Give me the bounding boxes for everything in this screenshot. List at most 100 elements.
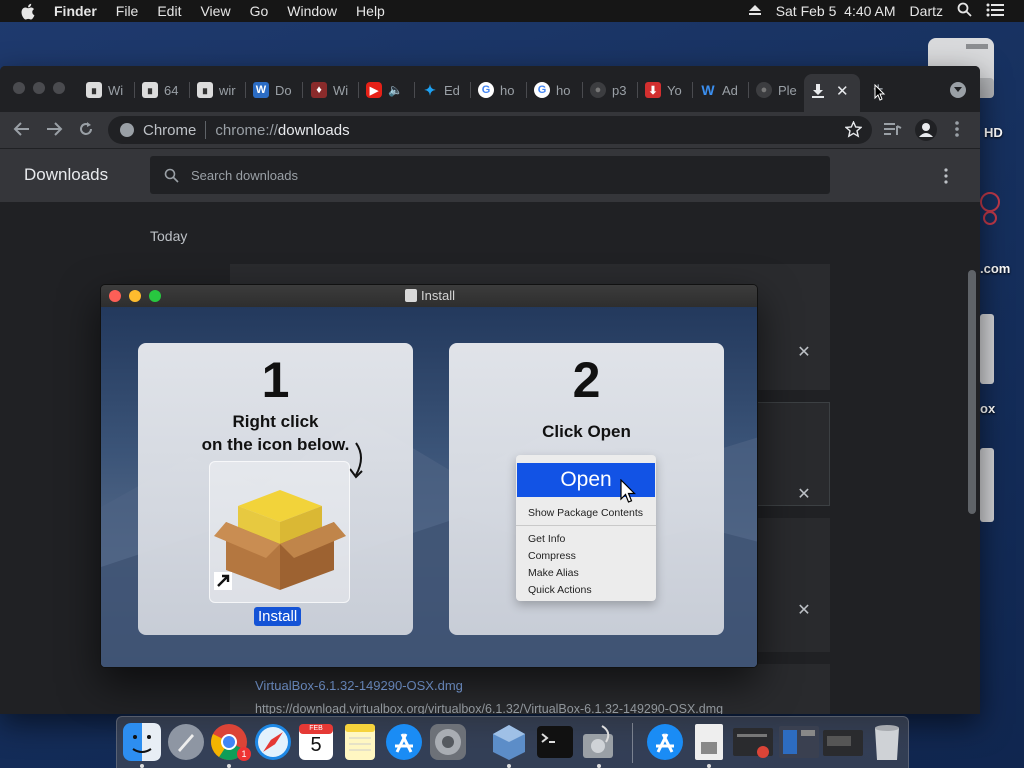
download-source-url[interactable]: https://download.virtualbox.org/virtualb… [255, 702, 775, 714]
tab-4[interactable]: W Do [253, 80, 297, 100]
scrollbar-thumb[interactable] [968, 270, 976, 514]
window-thumbnail-icon[interactable] [777, 722, 821, 762]
tab-title: ho [556, 82, 571, 98]
launchpad-icon[interactable] [166, 722, 206, 762]
tab-search-icon[interactable] [950, 82, 966, 98]
tab-divider [526, 82, 527, 98]
museum-icon: ∎ [142, 82, 158, 98]
bookmark-star-icon[interactable] [844, 120, 863, 143]
context-menu-make-alias[interactable]: Make Alias [528, 567, 579, 579]
disk-utility-icon[interactable] [578, 722, 618, 762]
mouse-pointer-icon [874, 83, 886, 107]
tab-6[interactable]: ▶ 🔈 [366, 80, 410, 100]
tab-10[interactable]: ● p3 [590, 80, 634, 100]
tab-divider [302, 82, 303, 98]
tab-13[interactable]: ● Ple [756, 80, 800, 100]
installer-document-icon[interactable] [689, 722, 729, 762]
apple-menu-icon[interactable] [20, 3, 38, 20]
menu-file[interactable]: File [116, 3, 139, 19]
address-bar[interactable]: Chrome chrome://downloads [108, 116, 872, 144]
notes-icon[interactable] [340, 722, 380, 762]
app-store-download-icon[interactable] [645, 722, 685, 762]
tab-divider [189, 82, 190, 98]
menu-bar: Finder File Edit View Go Window Help Sat… [0, 0, 1024, 22]
menu-finder[interactable]: Finder [54, 3, 97, 19]
tab-downloads-active[interactable]: ✕ [804, 74, 860, 112]
install-titlebar[interactable]: Install [101, 285, 757, 307]
menu-view[interactable]: View [200, 3, 230, 19]
finder-icon[interactable] [122, 722, 162, 762]
safari-icon[interactable] [253, 722, 293, 762]
context-menu-divider [516, 525, 656, 526]
menubar-user[interactable]: Dartz [910, 3, 943, 19]
terminal-icon[interactable] [535, 722, 575, 762]
search-box[interactable] [150, 156, 830, 194]
install-window-title: Install [101, 288, 757, 303]
menu-help[interactable]: Help [356, 3, 385, 19]
eject-icon[interactable] [748, 3, 762, 19]
close-window-button[interactable] [13, 82, 25, 94]
tab-7[interactable]: ✦ Ed [422, 80, 466, 100]
tab-1[interactable]: ∎ Wi [86, 80, 130, 100]
step-1-instruction-line-1: Right click [232, 412, 319, 431]
close-tab-icon[interactable]: ✕ [836, 82, 849, 100]
downloads-menu-icon[interactable] [944, 168, 948, 189]
tab-divider [358, 82, 359, 98]
search-input[interactable] [191, 167, 791, 183]
trash-icon[interactable] [867, 722, 907, 762]
tab-5[interactable]: ♦ Wi [311, 80, 355, 100]
speaker-icon[interactable]: 🔈 [388, 83, 403, 97]
menu-window[interactable]: Window [287, 3, 337, 19]
window-thumbnail-icon[interactable] [731, 722, 775, 762]
context-menu-show-package-contents[interactable]: Show Package Contents [528, 507, 643, 519]
tab-divider [134, 82, 135, 98]
step-1-panel: 1 Right click on the icon below. Install [138, 343, 413, 635]
context-menu-quick-actions[interactable]: Quick Actions [528, 584, 592, 596]
install-package-label[interactable]: Install [254, 607, 302, 626]
tab-9[interactable]: G ho [534, 80, 578, 100]
minimize-window-button[interactable] [33, 82, 45, 94]
disk-image-icon[interactable] [980, 312, 994, 386]
dock: 1 FEB 5 [116, 716, 909, 768]
install-package-icon[interactable] [209, 461, 350, 603]
media-queue-icon[interactable] [884, 122, 902, 141]
zoom-window-button[interactable] [53, 82, 65, 94]
tab-12[interactable]: W Ad [700, 80, 744, 100]
globe-icon: ● [590, 82, 606, 98]
system-preferences-icon[interactable] [428, 722, 468, 762]
menu-edit[interactable]: Edit [157, 3, 181, 19]
calendar-day: 5 [310, 734, 322, 756]
desktop-file-icon[interactable] [980, 180, 1010, 240]
app-store-icon[interactable] [384, 722, 424, 762]
notification-center-icon[interactable] [986, 3, 1004, 20]
window-thumbnail-icon[interactable] [821, 722, 865, 762]
context-menu: Open Show Package Contents Get Info Comp… [516, 455, 656, 601]
remove-download-icon[interactable]: ✕ [797, 487, 811, 503]
tab-3[interactable]: ∎ wir [197, 80, 241, 100]
remove-download-icon[interactable]: ✕ [797, 603, 811, 619]
tab-title: Ad [722, 82, 738, 98]
back-icon[interactable] [13, 121, 31, 142]
download-file-link[interactable]: VirtualBox-6.1.32-149290-OSX.dmg [255, 678, 463, 693]
menu-go[interactable]: Go [250, 3, 269, 19]
tab-title: 64 [164, 82, 179, 98]
chrome-menu-icon[interactable] [955, 121, 959, 142]
omnibox-divider [205, 121, 207, 139]
context-menu-get-info[interactable]: Get Info [528, 533, 565, 545]
tab-divider [748, 82, 749, 98]
menubar-clock[interactable]: Sat Feb 5 4:40 AM [776, 3, 896, 19]
context-menu-compress[interactable]: Compress [528, 550, 576, 562]
spotlight-search-icon[interactable] [957, 2, 972, 20]
remove-download-icon[interactable]: ✕ [797, 345, 811, 361]
tab-8[interactable]: G ho [478, 80, 522, 100]
profile-avatar[interactable] [915, 119, 937, 141]
dock-badge: 1 [237, 747, 251, 761]
browser-toolbar: Chrome chrome://downloads [0, 112, 980, 148]
reload-icon[interactable] [78, 121, 94, 142]
tab-11[interactable]: ⬇ Yo [645, 80, 689, 100]
disk-image-icon[interactable] [980, 446, 994, 524]
tab-2[interactable]: ∎ 64 [142, 80, 186, 100]
forward-icon[interactable] [45, 121, 63, 142]
virtualbox-icon[interactable] [489, 722, 529, 762]
calendar-icon[interactable]: FEB 5 [296, 722, 336, 762]
